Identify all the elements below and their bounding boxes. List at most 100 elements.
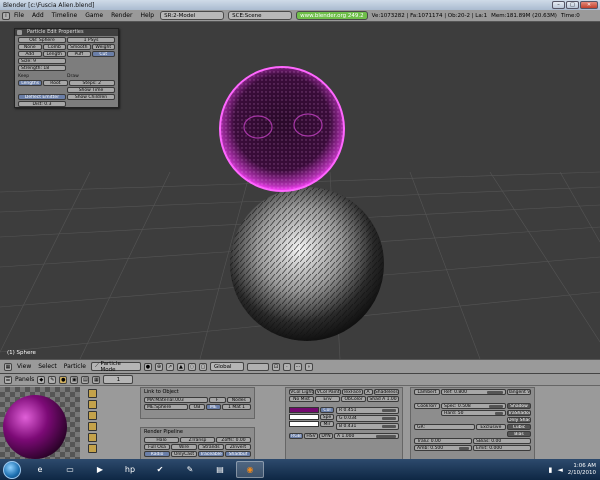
tangent-button[interactable]: Tangent V [507,389,531,395]
red-slider[interactable]: R 0.451 [336,407,399,414]
logic-context-icon[interactable]: ◆ [37,375,46,384]
object-context-icon[interactable]: ▣ [70,375,79,384]
menu-file[interactable]: File [10,12,28,19]
preview-sphere-icon[interactable] [88,400,97,409]
frame-field[interactable]: 1 [103,375,134,384]
blender-website-link[interactable]: www.blender.org 249.2 [296,11,368,20]
panel-close-icon[interactable] [17,30,22,35]
shadbuf-button[interactable]: Shadbuf [225,451,251,457]
hsv-mode-button[interactable]: HSV [304,433,318,439]
blender-taskbar-icon[interactable]: ◉ [236,461,264,478]
preview-sky-icon[interactable] [88,444,97,453]
rgb-mode-button[interactable]: RGB [289,433,303,439]
brush-add-button[interactable]: Add [18,51,42,57]
draw-steps-field[interactable]: Steps: 2 [68,80,115,86]
wire-button[interactable]: Wire [171,444,197,450]
brush-cut-button[interactable]: Cut [91,51,115,57]
panels-menu[interactable]: Panels [15,376,34,383]
menu-timeline[interactable]: Timeline [48,12,82,19]
show-time-button[interactable]: Show Time [67,87,115,93]
draw-type-icon[interactable]: ● [143,362,152,371]
minimize-button[interactable]: – [552,1,565,9]
sbias-slider[interactable]: SBias: 0.00 [473,438,531,444]
keep-lengths-button[interactable]: Lengths [18,80,43,86]
scene-selector[interactable]: SCE:Scene [228,11,293,20]
media-player-taskbar-icon[interactable]: ▶ [86,461,114,478]
preview-monkey-icon[interactable] [88,422,97,431]
translate-icon[interactable]: ▲ [176,362,185,371]
diffuse-shader-dropdown[interactable]: Lambert [414,389,440,395]
texface-button[interactable]: TexFace [341,389,363,395]
path-select-icon[interactable]: ⋯ [293,362,302,371]
brush-comb-button[interactable]: Comb [42,44,66,50]
preview-flat-icon[interactable] [88,389,97,398]
fake-user-button[interactable]: F [208,397,226,403]
menu-game[interactable]: Game [81,12,107,19]
material-index-field[interactable]: 1 Mat 1 [222,404,251,410]
scale-icon[interactable]: ▢ [198,362,207,371]
brush-length-button[interactable]: Length [42,51,66,57]
ie-taskbar-icon[interactable]: e [26,461,54,478]
nodes-button[interactable]: Nodes [226,397,251,403]
shading-context-icon[interactable]: ● [59,375,68,384]
maximize-button[interactable]: □ [566,1,579,9]
brush-weight-button[interactable]: Weight [91,44,115,50]
amb-slider[interactable]: Amb: 0.500 [414,445,472,451]
vcol-light-button[interactable]: VCol Light [289,389,315,395]
bias-button[interactable]: Bias [507,431,531,437]
preview-hair-icon[interactable] [88,433,97,442]
deflect-emitter-button[interactable]: Deflect Emitter [18,94,66,100]
shad-alpha-field[interactable]: Shad A 1.00 [367,396,399,402]
blue-slider[interactable]: B 0.431 [336,423,399,430]
ref-slider[interactable]: Ref: 0.800 [441,389,506,395]
brush-smooth-button[interactable]: Smooth [67,44,91,50]
menu-add[interactable]: Add [28,12,48,19]
tip-select-icon[interactable]: ∘ [304,362,313,371]
menu-particle[interactable]: Particle [62,363,88,370]
object-field[interactable]: OB: Sphere [18,37,66,43]
network-icon[interactable]: ▮ [549,466,553,474]
script-context-icon[interactable]: ✎ [48,375,57,384]
editor-type-icon[interactable]: ▦ [4,362,12,371]
show-children-button[interactable]: Show Children [67,94,115,100]
point-select-icon[interactable]: · [282,362,291,371]
ob-link-button[interactable]: OB [189,404,205,410]
col-button[interactable]: Col [320,407,334,413]
radio-button[interactable]: Radio [144,451,170,457]
psys-field[interactable]: 1 PSys [67,37,115,43]
checkmark-taskbar-icon[interactable]: ✔ [146,461,174,478]
layer-buttons-icon[interactable] [246,362,269,371]
zoffs-field[interactable]: Zoffs: 0.00 [216,437,251,443]
env-button[interactable]: Env [315,396,341,402]
keep-root-button[interactable]: Root [43,80,68,86]
deflect-dist-field[interactable]: Dist: 0.3 [18,101,66,107]
screen-selector[interactable]: SR:2-Model [160,11,225,20]
spe-button[interactable]: Spe [320,414,334,420]
system-clock[interactable]: 1:06 AM 2/10/2010 [568,463,596,477]
menu-help[interactable]: Help [136,12,158,19]
pivot-icon[interactable]: ⊕ [154,362,163,371]
spec-slider[interactable]: Spec: 0.508 [441,403,506,409]
exclusive-button[interactable]: Exclusive [475,424,506,430]
editing-context-icon[interactable]: ▤ [81,375,90,384]
texface-alpha-button[interactable]: A [363,389,373,395]
orientation-dropdown[interactable]: Global [209,362,244,371]
paint-taskbar-icon[interactable]: ✎ [176,461,204,478]
window-type-icon[interactable]: i [2,11,10,20]
preview-cube-icon[interactable] [88,411,97,420]
scene-context-icon[interactable]: ▦ [92,375,101,384]
mesh-name-field[interactable]: ME:Sphere [144,404,189,410]
manipulator-icon[interactable]: ↗ [165,362,174,371]
brush-size-slider[interactable]: Size: 9 [18,58,66,64]
explorer-taskbar-icon[interactable]: ▭ [56,461,84,478]
traceable-button[interactable]: Traceable [198,451,224,457]
lock-icon[interactable]: ⊡ [271,362,280,371]
hp-taskbar-icon[interactable]: hp [116,461,144,478]
dyn-mode-button[interactable]: DYN [319,433,333,439]
cubic-button[interactable]: Cubic [507,424,531,430]
diffuse-color-swatch[interactable] [289,407,319,413]
green-slider[interactable]: G 0.034 [336,415,399,422]
shadeless-button[interactable]: Shadeless [373,389,400,395]
only-shad-button[interactable]: Only Shad [507,417,531,423]
specular-shader-dropdown[interactable]: CookTorr [414,403,440,409]
